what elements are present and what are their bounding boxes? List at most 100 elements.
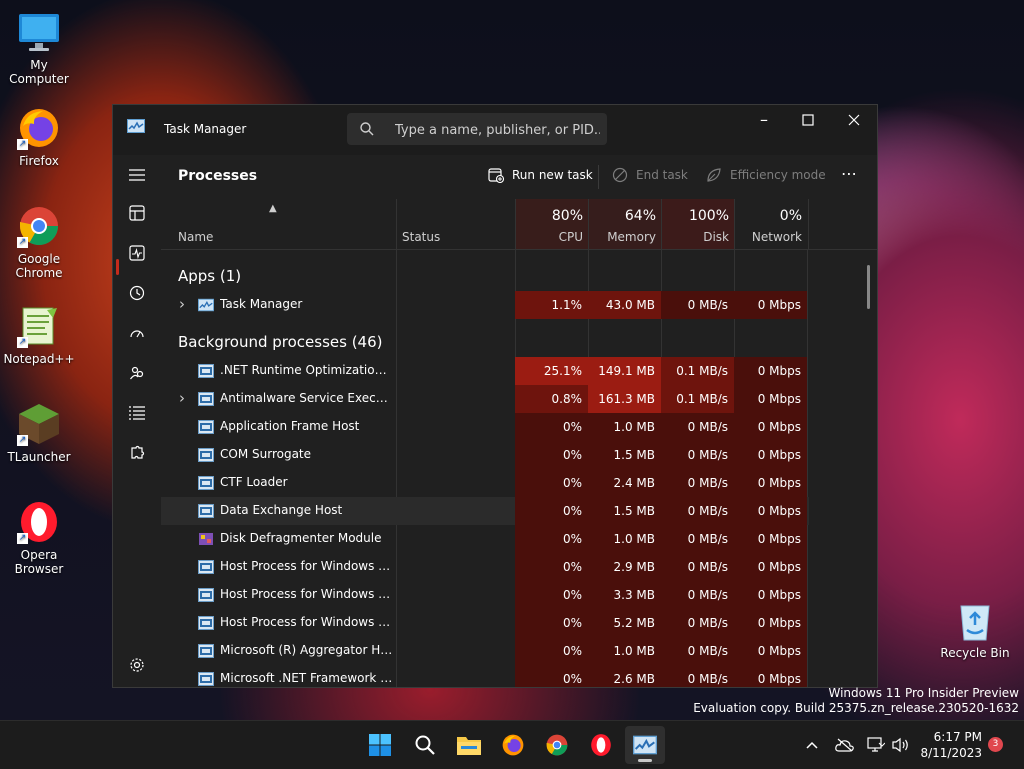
- process-memory: 3.3 MB: [588, 581, 661, 609]
- taskbar-task-manager[interactable]: [625, 726, 665, 764]
- onedrive-tray-button[interactable]: [832, 721, 858, 769]
- chevron-up-icon: [806, 741, 818, 749]
- table-row[interactable]: › Task Manager 1.1% 43.0 MB 0 MB/s 0 Mbps: [161, 291, 809, 319]
- more-icon: ⋯: [841, 164, 857, 183]
- efficiency-mode-button[interactable]: Efficiency mode: [706, 167, 826, 183]
- run-new-task-button[interactable]: Run new task: [488, 167, 593, 183]
- taskbar-file-explorer[interactable]: [449, 726, 489, 764]
- nav-processes[interactable]: [121, 197, 153, 229]
- nav-details[interactable]: [121, 397, 153, 429]
- taskbar-search-button[interactable]: [405, 726, 445, 764]
- desktop-icon-label: Recycle Bin: [940, 646, 1010, 660]
- process-icon: [198, 504, 214, 518]
- process-network: 0 Mbps: [734, 413, 807, 441]
- network-tray-button[interactable]: [864, 721, 888, 769]
- command-bar: Processes Run new task End task Efficien…: [161, 155, 877, 199]
- table-row[interactable]: Host Process for Windows Tasks 0% 3.3 MB 0 …: [161, 581, 809, 609]
- process-disk: 0 MB/s: [661, 665, 734, 687]
- desktop-icon-google-chrome[interactable]: ↗ Google Chrome: [0, 204, 78, 280]
- nav-selection-indicator: [116, 259, 119, 275]
- table-row[interactable]: › Antimalware Service Executable 0.8%161.3…: [161, 385, 809, 413]
- cpu-total-percent: 80%: [551, 208, 583, 224]
- column-header: ▲ Name Status 80% CPU 64% Memory 100% Di…: [161, 199, 877, 250]
- search-icon: [415, 735, 435, 755]
- table-row[interactable]: Application Frame Host 0% 1.0 MB 0 MB/s 0 Mb…: [161, 413, 809, 441]
- nav-settings[interactable]: [121, 649, 153, 681]
- process-disk: 0 MB/s: [661, 609, 734, 637]
- column-header-status[interactable]: Status: [396, 199, 516, 249]
- desktop-icon-opera[interactable]: ↗ Opera Browser: [0, 500, 78, 576]
- taskbar-opera[interactable]: [581, 726, 621, 764]
- process-disk: 0 MB/s: [661, 525, 734, 553]
- process-memory: 1.0 MB: [588, 413, 661, 441]
- process-disk: 0.1 MB/s: [661, 357, 734, 385]
- nav-app-history[interactable]: [121, 277, 153, 309]
- process-network: 0 Mbps: [734, 469, 807, 497]
- desktop-icon-label: Notepad++: [3, 352, 75, 366]
- process-name: Application Frame Host: [220, 419, 360, 433]
- efficiency-mode-label: Efficiency mode: [730, 168, 826, 182]
- table-row[interactable]: Host Process for Windows Tasks 0% 2.9 MB 0 …: [161, 553, 809, 581]
- nav-performance[interactable]: [121, 237, 153, 269]
- start-button[interactable]: [360, 726, 400, 764]
- table-row[interactable]: Disk Defragmenter Module 0% 1.0 MB 0 MB/s 0 …: [161, 525, 809, 553]
- expand-chevron-icon[interactable]: ›: [176, 297, 188, 312]
- show-hidden-icons-button[interactable]: [800, 721, 824, 769]
- speedometer-icon: [130, 330, 144, 338]
- desktop-icon-notepadpp[interactable]: ↗ Notepad++: [0, 304, 78, 366]
- process-cpu: 0%: [515, 581, 588, 609]
- close-button[interactable]: [831, 105, 877, 135]
- process-name: Disk Defragmenter Module: [220, 531, 382, 545]
- process-icon: [198, 644, 214, 658]
- table-row[interactable]: .NET Runtime Optimization Se... 25.1% 149.…: [161, 357, 809, 385]
- table-row[interactable]: Data Exchange Host 0% 1.5 MB 0 MB/s 0 Mbps: [161, 497, 809, 525]
- table-row[interactable]: Host Process for Windows Tasks 0% 5.2 MB 0 …: [161, 609, 809, 637]
- process-memory: 2.6 MB: [588, 665, 661, 687]
- history-icon: [129, 285, 145, 301]
- table-row[interactable]: Microsoft (R) Aggregator Host 0% 1.0 MB 0 M…: [161, 637, 809, 665]
- desktop-icon-tlauncher[interactable]: ↗ TLauncher: [0, 402, 78, 464]
- maximize-button[interactable]: [785, 105, 831, 135]
- more-options-button[interactable]: ⋯: [841, 164, 857, 183]
- column-header-disk[interactable]: 100% Disk: [661, 199, 735, 249]
- process-cpu: 0%: [515, 441, 588, 469]
- clock-button[interactable]: 6:17 PM 8/11/2023: [916, 729, 982, 761]
- desktop-icon-firefox[interactable]: ↗ Firefox: [0, 106, 78, 168]
- end-task-button[interactable]: End task: [612, 167, 688, 183]
- column-header-cpu[interactable]: 80% CPU: [515, 199, 589, 249]
- notification-badge[interactable]: 3: [988, 737, 1003, 752]
- watermark-line: Windows 11 Pro Insider Preview: [828, 686, 1019, 700]
- performance-icon: [129, 245, 145, 261]
- search-input[interactable]: [393, 119, 602, 141]
- expand-chevron-icon[interactable]: ›: [176, 391, 188, 406]
- group-header-background: Background processes (46): [178, 333, 383, 351]
- task-manager-icon: [198, 298, 214, 312]
- table-row[interactable]: COM Surrogate 0% 1.5 MB 0 MB/s 0 Mbps: [161, 441, 809, 469]
- nav-startup-apps[interactable]: [121, 317, 153, 349]
- desktop-icon-my-computer[interactable]: My Computer: [0, 10, 78, 86]
- column-header-memory[interactable]: 64% Memory: [588, 199, 662, 249]
- nav-services[interactable]: [121, 437, 153, 469]
- title-bar[interactable]: Task Manager –: [113, 105, 877, 155]
- column-header-network[interactable]: 0% Network: [734, 199, 809, 249]
- volume-tray-button[interactable]: [890, 721, 912, 769]
- nav-users[interactable]: [121, 357, 153, 389]
- table-row[interactable]: Microsoft .NET Framework op... 0% 2.6 MB 0 …: [161, 665, 809, 687]
- leaf-icon: [707, 168, 721, 182]
- process-icon: [198, 588, 214, 602]
- scrollbar-thumb[interactable]: [867, 265, 870, 309]
- process-memory: 149.1 MB: [588, 357, 661, 385]
- process-memory: 1.0 MB: [588, 637, 661, 665]
- shortcut-arrow-icon: ↗: [17, 337, 28, 348]
- column-header-name[interactable]: Name: [178, 230, 213, 244]
- taskbar-firefox[interactable]: [493, 726, 533, 764]
- taskbar-chrome[interactable]: [537, 726, 577, 764]
- process-icon: [198, 672, 214, 686]
- process-memory: 43.0 MB: [588, 291, 661, 319]
- table-row[interactable]: CTF Loader 0% 2.4 MB 0 MB/s 0 Mbps: [161, 469, 809, 497]
- nav-menu-button[interactable]: [121, 159, 153, 191]
- speaker-icon: [892, 737, 908, 753]
- minimize-button[interactable]: –: [741, 105, 787, 135]
- search-box[interactable]: [347, 113, 607, 145]
- desktop-icon-recycle-bin[interactable]: Recycle Bin: [936, 598, 1014, 660]
